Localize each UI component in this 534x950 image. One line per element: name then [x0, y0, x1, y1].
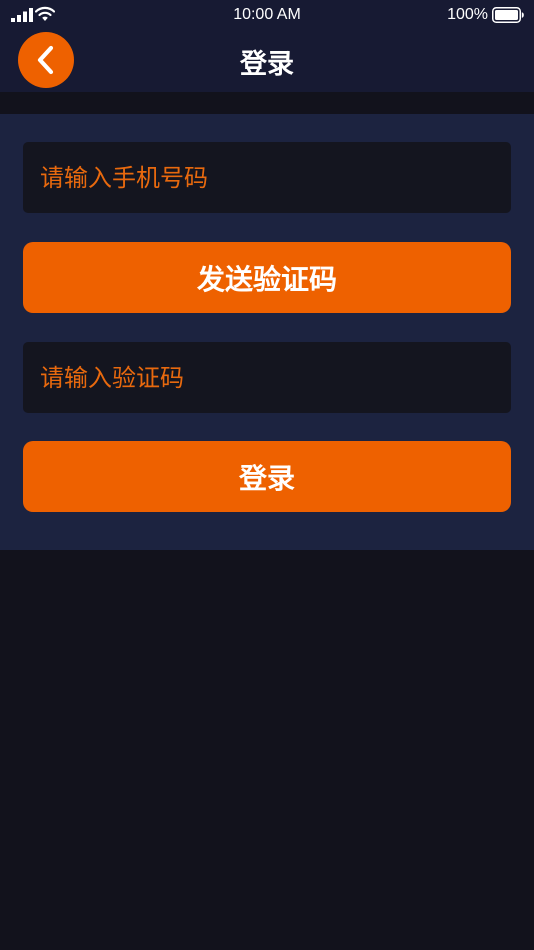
nav-bar: 登录	[0, 30, 534, 92]
phone-input[interactable]	[40, 163, 511, 192]
battery-percentage: 100%	[447, 6, 488, 23]
code-field[interactable]	[23, 342, 511, 413]
status-bar: 10:00 AM 100%	[0, 0, 534, 30]
login-form: 发送验证码 登录	[0, 114, 534, 550]
send-code-button[interactable]: 发送验证码	[23, 242, 511, 313]
login-button[interactable]: 登录	[23, 441, 511, 512]
verification-code-input[interactable]	[40, 363, 511, 392]
section-divider	[0, 92, 534, 114]
page-title: 登录	[240, 49, 294, 80]
battery-icon	[492, 7, 524, 23]
phone-field[interactable]	[23, 142, 511, 213]
